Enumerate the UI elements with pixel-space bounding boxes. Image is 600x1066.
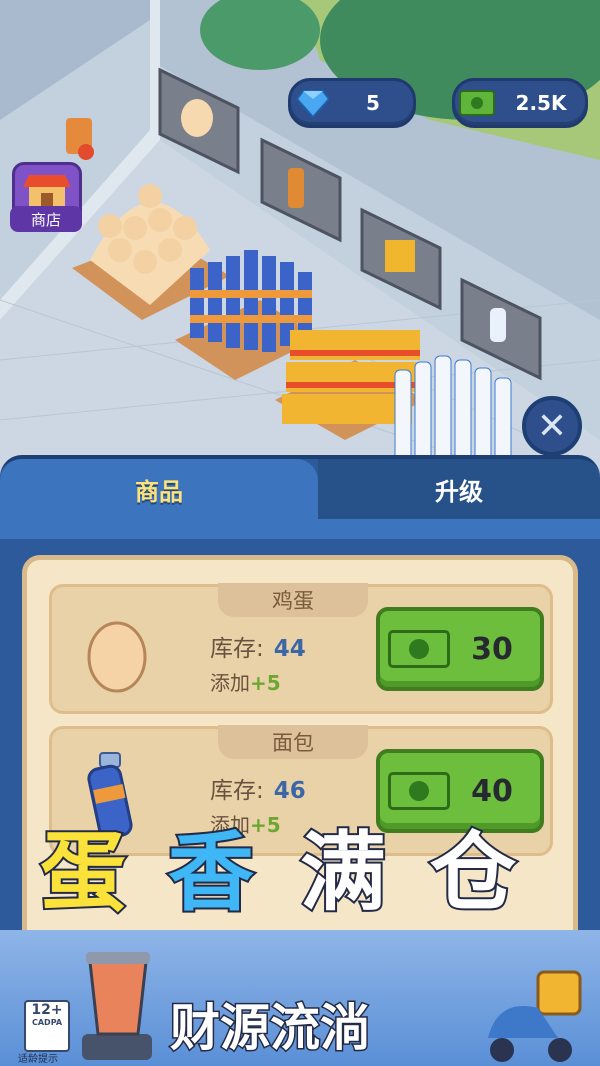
promo-title-char-1: 蛋 — [38, 823, 128, 923]
cash-icon — [388, 772, 450, 810]
blender-icon — [82, 952, 152, 1060]
stock-value: 44 — [273, 636, 306, 662]
add-value: +5 — [250, 671, 281, 695]
stock-value: 46 — [273, 778, 306, 804]
age-rating-badge: 12+ CADPA — [24, 1000, 70, 1052]
cash-counter[interactable]: 2.5K — [452, 78, 588, 128]
add-label: 添加 — [210, 671, 250, 695]
stock-row: 库存: 44 — [210, 629, 306, 663]
age-rating-org: CADPA — [31, 1018, 63, 1027]
promo-subtitle: 财源流淌 — [169, 998, 372, 1059]
product-card-egg: 鸡蛋 库存: 44 添加+5 30 — [49, 583, 553, 714]
age-rating-value: 12+ — [31, 1002, 63, 1018]
scooter-icon — [488, 970, 582, 1062]
promo-title-char-3: 满 — [298, 823, 388, 923]
tab-underline — [0, 519, 600, 539]
diamond-icon — [293, 83, 333, 123]
gem-counter[interactable]: 5 — [288, 78, 416, 128]
price: 40 — [471, 773, 513, 809]
stock-label: 库存: — [210, 778, 264, 804]
price: 30 — [471, 631, 513, 667]
add-row: 添加+5 — [210, 667, 281, 696]
stock-row: 库存: 46 — [210, 771, 306, 805]
store-scene — [0, 0, 600, 470]
gem-count: 5 — [366, 91, 380, 115]
egg-icon — [87, 621, 147, 693]
close-button[interactable]: ✕ — [522, 396, 582, 456]
cash-icon — [388, 630, 450, 668]
shop-button-label[interactable]: 商店 — [10, 206, 82, 232]
buy-button[interactable]: 30 — [376, 607, 544, 691]
product-name: 面包 — [218, 725, 368, 759]
stock-label: 库存: — [210, 636, 264, 662]
game-screen: 5 2.5K 商店 ✕ 商品 升级 鸡蛋 库存: 44 添加+5 30 面包 库… — [0, 0, 600, 1066]
add-value: +5 — [250, 813, 281, 837]
tab-upgrade[interactable]: 升级 — [318, 459, 600, 519]
close-icon: ✕ — [536, 405, 568, 447]
promo-title-char-2: 香 — [166, 823, 256, 923]
cash-amount: 2.5K — [515, 91, 567, 115]
tab-products[interactable]: 商品 — [0, 459, 318, 519]
promo-title-char-4: 仓 — [428, 823, 518, 923]
age-rating-note: 适龄提示 — [18, 1054, 58, 1065]
fire-extinguisher-icon — [66, 118, 94, 160]
product-name: 鸡蛋 — [218, 583, 368, 617]
buy-button[interactable]: 40 — [376, 749, 544, 833]
cash-icon — [457, 83, 497, 123]
